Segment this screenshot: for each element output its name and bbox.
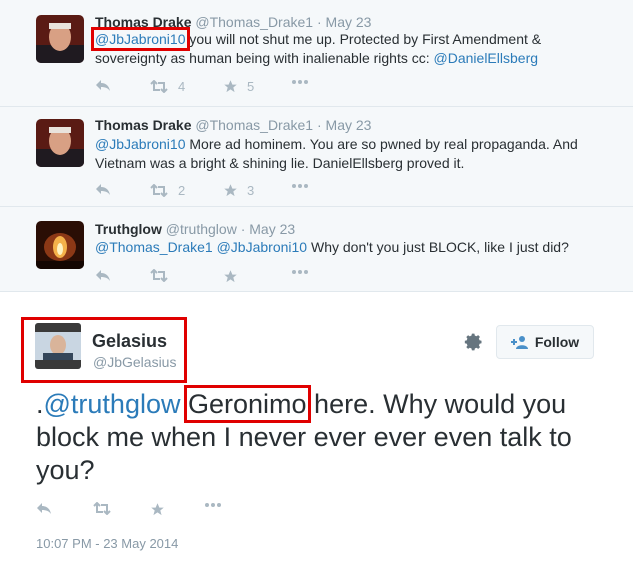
tweet-text: @Thomas_Drake1 @JbJabroni10 Why don't yo… [95,238,615,257]
text-prefix: . [36,389,44,419]
reply-tweet-2: Thomas Drake @Thomas_Drake1 · May 23 @Jb… [0,107,633,207]
tweet-date[interactable]: May 23 [326,14,372,30]
avatar-thomas-drake[interactable] [36,119,84,167]
more-icon[interactable] [291,269,309,275]
tweet-timestamp[interactable]: 10:07 PM - 23 May 2014 [36,536,178,551]
gear-icon[interactable] [464,332,484,352]
reply-icon[interactable] [95,79,111,92]
separator-dot: · [316,14,322,30]
author-handle[interactable]: @Thomas_Drake1 [195,14,313,30]
tweet-actions [36,502,276,518]
tweet-actions: 2 3 [95,183,335,199]
reply-icon[interactable] [36,502,52,515]
retweet-count: 2 [178,183,186,198]
star-icon[interactable] [223,269,238,284]
follow-label: Follow [534,334,580,350]
tweet-text: @JbJabroni10 you will not shut me up. Pr… [91,27,615,68]
author-name[interactable]: Truthglow [95,221,162,237]
mention-link[interactable]: @DanielEllsberg [434,50,538,66]
star-icon[interactable] [150,502,165,517]
author-handle[interactable]: @Thomas_Drake1 [195,117,313,133]
retweet-icon[interactable] [149,269,169,282]
more-icon[interactable] [291,79,309,85]
retweet-icon [150,80,168,93]
favorite-count: 5 [247,79,255,94]
favorite-button[interactable]: 3 [223,183,254,198]
avatar-thomas-drake[interactable] [36,15,84,63]
tweet-actions [95,269,335,285]
mention-link[interactable]: @truthglow [44,389,181,419]
reply-icon[interactable] [95,269,111,282]
author-name[interactable]: Gelasius [92,331,167,351]
author-name[interactable]: Thomas Drake [95,14,191,30]
avatar-gelasius[interactable] [35,323,81,369]
separator-dot: · [240,221,246,237]
mention-link[interactable]: @JbJabroni10 [95,136,186,152]
author-handle[interactable]: @truthglow [166,221,237,237]
tweet-text: @JbJabroni10 More ad hominem. You are so… [95,135,615,173]
mention-link[interactable]: @Thomas_Drake1 [95,239,213,255]
tweet-actions: 4 5 [95,79,335,95]
retweet-button[interactable]: 2 [149,183,185,198]
star-icon [224,184,237,197]
highlighted-word: Geronimo [184,385,311,423]
add-user-icon [510,336,528,349]
author-handle[interactable]: @JbGelasius [93,354,176,370]
favorite-count: 3 [247,183,255,198]
avatar-truthglow[interactable] [36,221,84,269]
tweet-text-body: Why don't you just BLOCK, like I just di… [307,239,569,255]
reply-tweet-1: Thomas Drake @Thomas_Drake1 · May 23 @Jb… [0,0,633,107]
follow-button[interactable]: Follow [496,325,594,359]
author-name[interactable]: Thomas Drake [95,117,191,133]
retweet-icon [150,184,168,197]
tweet-date[interactable]: May 23 [326,117,372,133]
more-icon[interactable] [204,502,222,508]
favorite-button[interactable]: 5 [223,79,254,94]
mention-link[interactable]: @JbJabroni10 [91,27,190,51]
reply-tweet-3: Truthglow @truthglow · May 23 @Thomas_Dr… [0,207,633,292]
tweet-date[interactable]: May 23 [249,221,295,237]
retweet-count: 4 [178,79,186,94]
reply-icon[interactable] [95,183,111,196]
retweet-button[interactable]: 4 [149,79,185,94]
more-icon[interactable] [291,183,309,189]
retweet-icon[interactable] [92,502,112,515]
main-tweet-text: .@truthglow Geronimo here. Why would you… [36,385,596,487]
star-icon [224,80,237,93]
separator-dot: · [316,117,322,133]
mention-link[interactable]: @JbJabroni10 [217,239,308,255]
